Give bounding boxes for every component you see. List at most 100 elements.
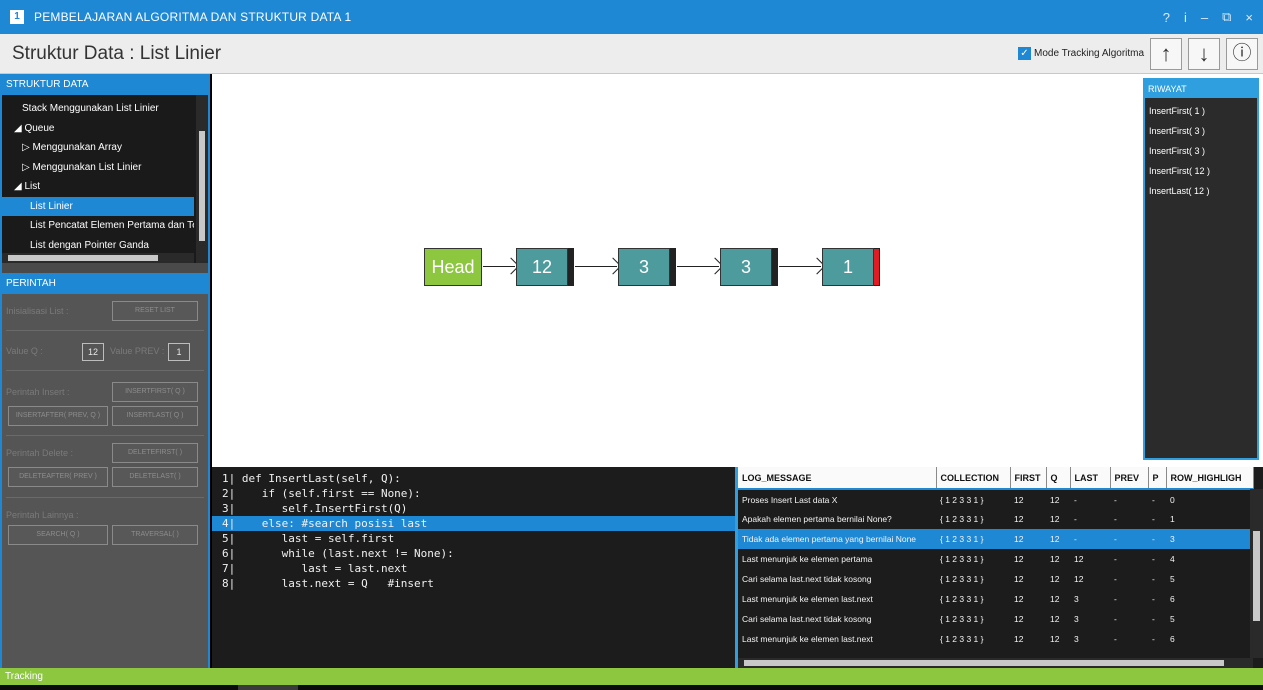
page-title: Struktur Data : List Linier: [12, 43, 222, 64]
log-cell: { 1 2 3 3 1 }: [940, 494, 984, 505]
insert-first-button[interactable]: INSERTFIRST( Q ): [112, 382, 198, 402]
history-item[interactable]: InsertFirst( 3 ): [1149, 141, 1257, 161]
log-cell: 12: [1046, 529, 1070, 549]
tree-item[interactable]: List Linier: [2, 196, 194, 216]
log-cell: 3: [1074, 634, 1079, 644]
log-row[interactable]: Apakah elemen pertama bernilai None? { 1 …: [738, 509, 1253, 529]
info-button[interactable]: ⓘ: [1226, 38, 1258, 70]
minimize-icon[interactable]: –: [1201, 10, 1208, 25]
log-column-header[interactable]: LAST: [1070, 467, 1111, 490]
value-q-input[interactable]: 12: [82, 343, 104, 361]
log-row[interactable]: Proses Insert Last data X { 1 2 3 3 1 } 12…: [738, 489, 1253, 509]
delete-first-button[interactable]: DELETEFIRST( ): [112, 443, 198, 463]
history-item[interactable]: InsertLast( 12 ): [1149, 181, 1257, 201]
tracking-checkbox[interactable]: ✓: [1018, 47, 1031, 60]
tracking-toggle[interactable]: ✓ Mode Tracking Algoritma: [1018, 47, 1144, 60]
list-diagram-canvas: Head 12 3 3 1: [212, 74, 1139, 467]
log-cell: 12: [1074, 554, 1084, 564]
insert-last-button[interactable]: INSERTLAST( Q ): [112, 406, 198, 426]
log-cell: { 1 2 3 3 1 }: [940, 514, 984, 524]
list-node: 12: [516, 248, 568, 286]
log-cell: 12: [1014, 614, 1024, 624]
arrow-up-button[interactable]: ↑: [1150, 38, 1182, 70]
pointer-arrow: [677, 266, 719, 267]
bottom-strip: [0, 685, 1263, 690]
log-column-header[interactable]: Q: [1046, 467, 1071, 490]
arrow-down-icon: ↓: [1198, 41, 1210, 66]
log-vertical-scrollbar[interactable]: [1250, 489, 1263, 658]
restore-icon[interactable]: ⧉: [1222, 9, 1231, 25]
log-cell: 12: [1014, 594, 1024, 604]
log-cell: -: [1114, 634, 1117, 644]
node-pointer: [568, 248, 574, 286]
log-row[interactable]: Cari selama last.next tidak kosong { 1 2 …: [738, 609, 1253, 629]
tree-item[interactable]: ▷ Menggunakan List Linier: [2, 158, 194, 178]
search-button[interactable]: SEARCH( Q ): [8, 525, 108, 545]
log-cell: 6: [1170, 634, 1175, 644]
tree-item[interactable]: ◢ Queue: [2, 119, 194, 139]
log-column-header[interactable]: PREV: [1110, 467, 1149, 490]
delete-last-button[interactable]: DELETELAST( ): [112, 467, 198, 487]
arrow-down-button[interactable]: ↓: [1188, 38, 1220, 70]
log-row[interactable]: Cari selama last.next tidak kosong { 1 2 …: [738, 569, 1253, 589]
log-row[interactable]: Tidak ada elemen pertama yang bernilai N…: [738, 529, 1253, 549]
log-column-header[interactable]: COLLECTION: [936, 467, 1011, 490]
tree-item[interactable]: List Pencatat Elemen Pertama dan Terakhi…: [2, 216, 194, 236]
tree-item[interactable]: ◢ List: [2, 177, 194, 197]
log-row[interactable]: Last menunjuk ke elemen last.next { 1 2 3…: [738, 589, 1253, 609]
log-cell: { 1 2 3 3 1 }: [940, 574, 984, 584]
tree-item[interactable]: Stack Menggunakan List Linier: [2, 99, 194, 119]
lainnya-label: Perintah Lainnya :: [6, 510, 79, 520]
tree-horizontal-scrollbar[interactable]: [2, 253, 194, 263]
info-icon: ⓘ: [1232, 43, 1252, 64]
log-hscroll-thumb[interactable]: [744, 660, 1224, 666]
log-cell: 5: [1170, 614, 1175, 624]
close-icon[interactable]: ×: [1245, 10, 1253, 25]
log-cell: 1: [1170, 514, 1175, 524]
tree-hscroll-thumb[interactable]: [8, 255, 158, 261]
tree-item[interactable]: ▷ Menggunakan Array: [2, 138, 194, 158]
code-line: 7| last = last.next: [222, 562, 408, 575]
history-item[interactable]: InsertFirst( 12 ): [1149, 161, 1257, 181]
delete-after-button[interactable]: DELETEAFTER( PREV ): [8, 467, 108, 487]
log-scroll-thumb[interactable]: [1253, 531, 1260, 621]
window-controls: ? i – ⧉ ×: [1163, 0, 1253, 34]
log-cell: 12: [1014, 494, 1024, 505]
divider: [6, 497, 204, 498]
log-column-header[interactable]: P: [1148, 467, 1167, 490]
log-row[interactable]: Last menunjuk ke elemen last.next { 1 2 3…: [738, 629, 1253, 649]
insert-after-button[interactable]: INSERTAFTER( PREV, Q ): [8, 406, 108, 426]
tracking-label: Mode Tracking Algoritma: [1034, 48, 1145, 59]
log-column-header[interactable]: ROW_HIGHLIGH: [1166, 467, 1254, 490]
log-column-header[interactable]: LOG_MESSAGE: [738, 467, 937, 490]
help-icon[interactable]: ?: [1163, 10, 1170, 25]
log-cell: Cari selama last.next tidak kosong: [742, 614, 872, 624]
log-column-header[interactable]: FIRST: [1010, 467, 1047, 490]
log-cell: Tidak ada elemen pertama yang bernilai N…: [738, 529, 936, 549]
log-table: LOG_MESSAGE COLLECTION FIRST Q LAST PREV P ROW_…: [738, 467, 1254, 649]
pointer-arrow: [779, 266, 821, 267]
code-line: 6| while (last.next != None):: [222, 547, 454, 560]
log-cell: 3: [1074, 594, 1079, 604]
log-cell: 0: [1170, 494, 1175, 505]
list-node: 3: [720, 248, 772, 286]
traversal-button[interactable]: TRAVERSAL( ): [112, 525, 198, 545]
about-icon[interactable]: i: [1184, 10, 1187, 25]
tree-vertical-scrollbar[interactable]: [196, 95, 208, 263]
log-cell: -: [1152, 614, 1155, 624]
history-item[interactable]: InsertFirst( 3 ): [1149, 121, 1257, 141]
reset-list-button[interactable]: RESET LIST: [112, 301, 198, 321]
value-prev-input[interactable]: 1: [168, 343, 190, 361]
log-cell: 3: [1166, 529, 1253, 549]
code-line: 3| self.InsertFirst(Q): [222, 502, 408, 515]
log-row[interactable]: Last menunjuk ke elemen pertama { 1 2 3 3…: [738, 549, 1253, 569]
log-horizontal-scrollbar[interactable]: [738, 658, 1253, 668]
history-item[interactable]: InsertFirst( 1 ): [1149, 101, 1257, 121]
log-cell: { 1 2 3 3 1 }: [940, 634, 984, 644]
log-cell: 12: [1050, 614, 1060, 624]
log-cell: -: [1152, 574, 1155, 584]
log-cell: 12: [1050, 594, 1060, 604]
log-cell: -: [1152, 594, 1155, 604]
tree-scroll-thumb[interactable]: [199, 131, 205, 241]
command-area: Inisialisasi List : RESET LIST Value Q :…: [2, 294, 208, 677]
